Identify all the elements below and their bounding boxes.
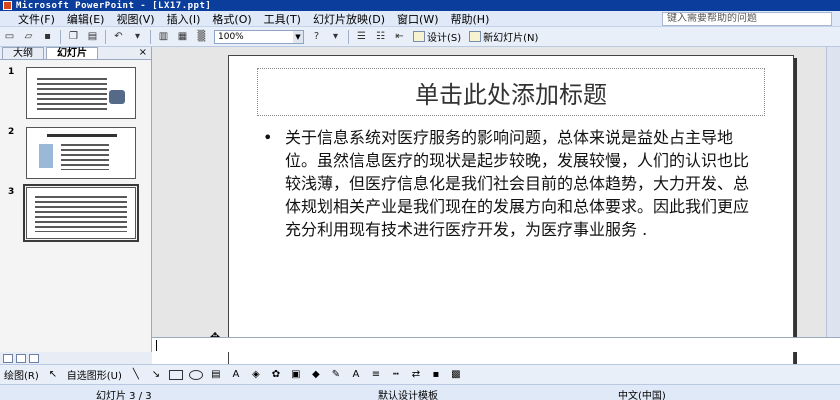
grid-icon[interactable]: ▒: [194, 30, 209, 44]
language-status: 中文(中国): [618, 391, 666, 400]
zoom-select[interactable]: 100% ▼: [214, 29, 304, 44]
menu-edit[interactable]: 编辑(E): [61, 11, 111, 27]
numbered-list-icon[interactable]: ☰: [354, 30, 369, 44]
slide-position-status: 幻灯片 3 / 3: [96, 391, 152, 400]
slide-number: 3: [8, 187, 15, 197]
design-button[interactable]: 设计(S): [413, 29, 461, 44]
save-icon[interactable]: ▪: [40, 30, 55, 44]
new-document-icon[interactable]: ▭: [2, 30, 17, 44]
line-color-icon[interactable]: ✎: [329, 369, 343, 381]
undo-icon[interactable]: ↶: [111, 30, 126, 44]
tab-slides[interactable]: 幻灯片: [46, 47, 98, 59]
standard-toolbar: ▭ ▱ ▪ ❐ ▤ ↶ ▾ ▥ ▦ ▒ 100% ▼ ? ▾ ☰ ☷ ⇤ 设计(…: [0, 27, 840, 47]
vertical-scrollbar[interactable]: [826, 47, 840, 337]
design-template-status: 默认设计模板: [378, 391, 438, 400]
slide-number: 2: [8, 127, 15, 137]
decrease-indent-icon[interactable]: ⇤: [392, 30, 407, 44]
menu-slideshow[interactable]: 幻灯片放映(D): [307, 11, 391, 27]
arrow-style-icon[interactable]: ⇄: [409, 369, 423, 381]
wordart-icon[interactable]: A: [229, 369, 243, 381]
chevron-down-icon[interactable]: ▼: [293, 30, 303, 43]
toolbar-options-icon[interactable]: ▾: [328, 30, 343, 44]
title-placeholder[interactable]: 单击此处添加标题: [257, 68, 765, 116]
thumbnail-title: [47, 134, 117, 137]
oval-icon[interactable]: [188, 369, 203, 380]
shadow-icon[interactable]: ▪: [429, 369, 443, 381]
autoshapes-menu-button[interactable]: 自选图形(U): [67, 367, 122, 382]
design-icon: [413, 31, 425, 42]
slide-thumbnail-3[interactable]: [23, 184, 139, 242]
diagram-icon[interactable]: ◈: [249, 369, 263, 381]
paste-icon[interactable]: ▤: [85, 30, 100, 44]
insert-chart-icon[interactable]: ▥: [156, 30, 171, 44]
menu-view[interactable]: 视图(V): [110, 11, 160, 27]
fill-color-icon[interactable]: ◆: [309, 369, 323, 381]
powerpoint-app-icon[interactable]: [3, 1, 12, 10]
thumbnail-image: [39, 144, 53, 168]
menu-window[interactable]: 窗口(W): [391, 11, 444, 27]
arrow-icon[interactable]: ↘: [149, 369, 163, 381]
picture-icon[interactable]: ▣: [289, 369, 303, 381]
rectangle-icon[interactable]: [168, 369, 183, 380]
slide-thumbnail-2[interactable]: [26, 127, 136, 179]
title-bar: Microsoft PowerPoint - [LX17.ppt]: [0, 0, 840, 11]
new-slide-label: 新幻灯片(N): [483, 33, 539, 44]
tab-outline[interactable]: 大纲: [2, 47, 44, 59]
status-bar: 幻灯片 3 / 3 默认设计模板 中文(中国): [0, 384, 840, 400]
bullet-icon: •: [263, 128, 273, 147]
font-color-icon[interactable]: A: [349, 369, 363, 381]
thumbnail-text: [61, 144, 109, 170]
slideshow-view-icon[interactable]: [29, 353, 39, 363]
insert-table-icon[interactable]: ▦: [175, 30, 190, 44]
slide-thumbnail-1[interactable]: [26, 67, 136, 119]
pane-tabs: 大纲 幻灯片 ×: [0, 47, 151, 60]
view-buttons: [0, 352, 152, 364]
copy-icon[interactable]: ❐: [66, 30, 81, 44]
toolbar-separator: [105, 29, 106, 44]
line-style-icon[interactable]: ≡: [369, 369, 383, 381]
notes-pane[interactable]: [152, 337, 840, 352]
open-folder-icon[interactable]: ▱: [21, 30, 36, 44]
toolbar-separator: [150, 29, 151, 44]
menu-bar: 文件(F) 编辑(E) 视图(V) 插入(I) 格式(O) 工具(T) 幻灯片放…: [0, 11, 840, 27]
help-icon[interactable]: ?: [309, 30, 324, 44]
menu-file[interactable]: 文件(F): [12, 11, 61, 27]
title-placeholder-text: 单击此处添加标题: [415, 80, 607, 109]
3d-style-icon[interactable]: ▩: [449, 369, 463, 381]
menu-insert[interactable]: 插入(I): [161, 11, 207, 27]
menu-format[interactable]: 格式(O): [206, 11, 257, 27]
textbox-icon[interactable]: ▤: [209, 369, 223, 381]
bulleted-list-icon[interactable]: ☷: [373, 30, 388, 44]
dash-style-icon[interactable]: ┅: [389, 369, 403, 381]
clipart-icon[interactable]: ✿: [269, 369, 283, 381]
slides-pane: 大纲 幻灯片 × 1 2 3: [0, 47, 152, 352]
new-slide-icon: [469, 31, 482, 42]
normal-view-icon[interactable]: [3, 353, 13, 363]
thumbnail-image: [109, 90, 125, 104]
text-caret: [156, 340, 157, 351]
thumbnail-text: [35, 196, 127, 232]
help-question-input[interactable]: 键入需要帮助的问题: [662, 11, 832, 26]
thumbnail-text: [37, 78, 107, 110]
select-pointer-icon[interactable]: ↖: [46, 369, 60, 381]
window-title: Microsoft PowerPoint - [LX17.ppt]: [16, 0, 212, 11]
slide-editing-area: 单击此处添加标题 • 关于信息系统对医疗服务的影响问题，总体来说是益处占主导地位…: [152, 47, 840, 373]
slide-number: 1: [8, 67, 15, 77]
draw-menu-button[interactable]: 绘图(R): [4, 367, 39, 382]
close-icon[interactable]: ×: [139, 47, 147, 58]
toolbar-separator: [348, 29, 349, 44]
line-icon[interactable]: ╲: [129, 369, 143, 381]
toolbar-separator: [60, 29, 61, 44]
menu-tools[interactable]: 工具(T): [258, 11, 307, 27]
body-paragraph: 关于信息系统对医疗服务的影响问题，总体来说是益处占主导地位。虽然信息医疗的现状是…: [285, 128, 750, 239]
zoom-value: 100%: [218, 31, 244, 42]
slide-sorter-view-icon[interactable]: [16, 353, 26, 363]
current-slide[interactable]: 单击此处添加标题 • 关于信息系统对医疗服务的影响问题，总体来说是益处占主导地位…: [228, 55, 794, 373]
design-label: 设计(S): [427, 33, 462, 44]
drawing-toolbar: 绘图(R) ↖ 自选图形(U) ╲ ↘ ▤ A ◈ ✿ ▣ ◆ ✎ A ≡ ┅ …: [0, 364, 840, 384]
menu-help[interactable]: 帮助(H): [445, 11, 496, 27]
new-slide-button[interactable]: 新幻灯片(N): [469, 29, 538, 44]
undo-dropdown-icon[interactable]: ▾: [130, 30, 145, 44]
body-text-box[interactable]: • 关于信息系统对医疗服务的影响问题，总体来说是益处占主导地位。虽然信息医疗的现…: [259, 126, 759, 241]
